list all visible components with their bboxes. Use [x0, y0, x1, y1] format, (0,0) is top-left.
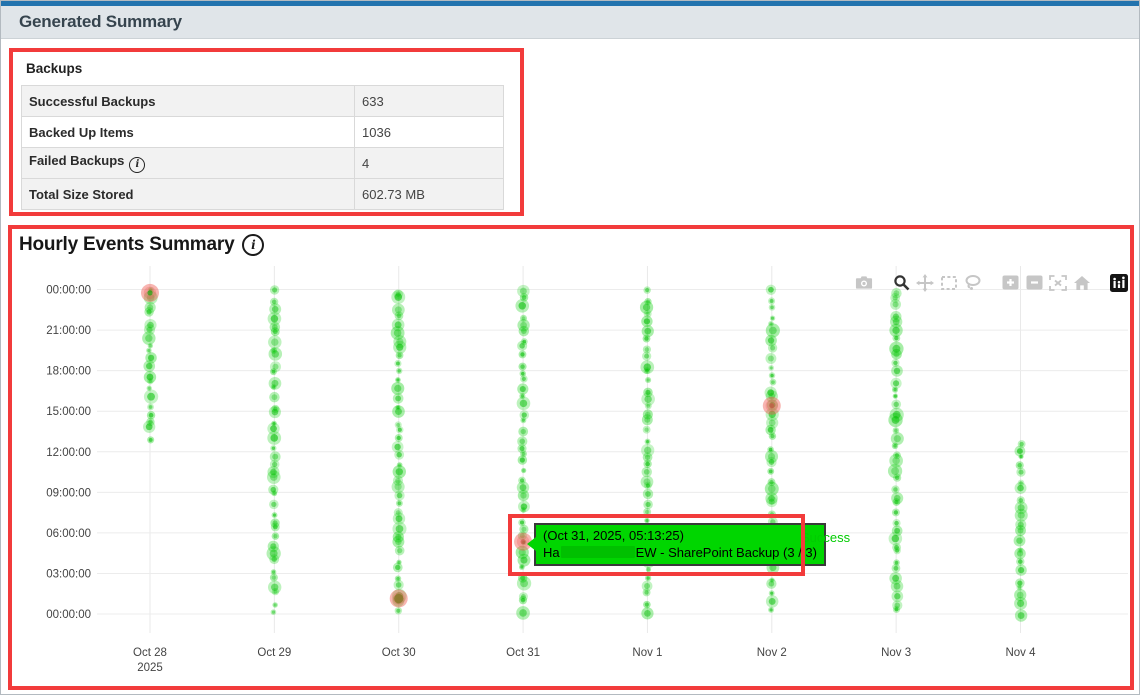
zoom-out-icon[interactable] [1025, 274, 1043, 291]
chart-hover-tooltip: (Oct 31, 2025, 05:13:25) HaEW - SharePoi… [534, 523, 826, 566]
info-icon[interactable]: i [242, 234, 264, 256]
lasso-icon[interactable] [964, 274, 982, 291]
page-title: Generated Summary [19, 12, 182, 32]
hourly-events-title: Hourly Events Summary [19, 234, 234, 256]
row-label: Successful Backups [22, 86, 355, 117]
camera-icon[interactable] [855, 274, 873, 291]
table-row: Backed Up Items1036 [22, 117, 504, 148]
table-row: Failed Backupsi4 [22, 148, 504, 179]
hourly-events-annotation-box: Hourly Events Summary i [8, 225, 1134, 690]
row-label: Total Size Stored [22, 179, 355, 210]
chart-modebar [855, 274, 1128, 291]
row-label: Failed Backupsi [22, 148, 355, 179]
table-row: Successful Backups633 [22, 86, 504, 117]
backups-section-title: Backups [26, 61, 520, 76]
backups-summary-annotation-box: Backups Successful Backups633Backed Up I… [9, 48, 524, 216]
tooltip-timestamp: (Oct 31, 2025, 05:13:25) [543, 527, 817, 544]
row-value: 602.73 MB [355, 179, 504, 210]
info-icon[interactable]: i [129, 157, 145, 173]
row-value: 4 [355, 148, 504, 179]
row-label: Backed Up Items [22, 117, 355, 148]
plotly-logo-icon[interactable] [1110, 274, 1128, 291]
zoom-icon[interactable] [892, 274, 910, 291]
row-value: 633 [355, 86, 504, 117]
redacted-text-block [561, 546, 635, 558]
autoscale-icon[interactable] [1049, 274, 1067, 291]
page-header: Generated Summary [1, 1, 1139, 39]
zoom-in-icon[interactable] [1001, 274, 1019, 291]
table-row: Total Size Stored602.73 MB [22, 179, 504, 210]
pan-icon[interactable] [916, 274, 934, 291]
row-value: 1036 [355, 117, 504, 148]
tooltip-event-name: HaEW - SharePoint Backup (3 / 3) [543, 544, 817, 561]
backups-table: Successful Backups633Backed Up Items1036… [21, 85, 504, 210]
home-icon[interactable] [1073, 274, 1091, 291]
tooltip-arrow [527, 537, 536, 551]
box-select-icon[interactable] [940, 274, 958, 291]
generated-summary-page: Generated Summary 00:00:0021:00:0018:00:… [0, 0, 1140, 695]
tooltip-trace-label: Success [801, 530, 850, 545]
